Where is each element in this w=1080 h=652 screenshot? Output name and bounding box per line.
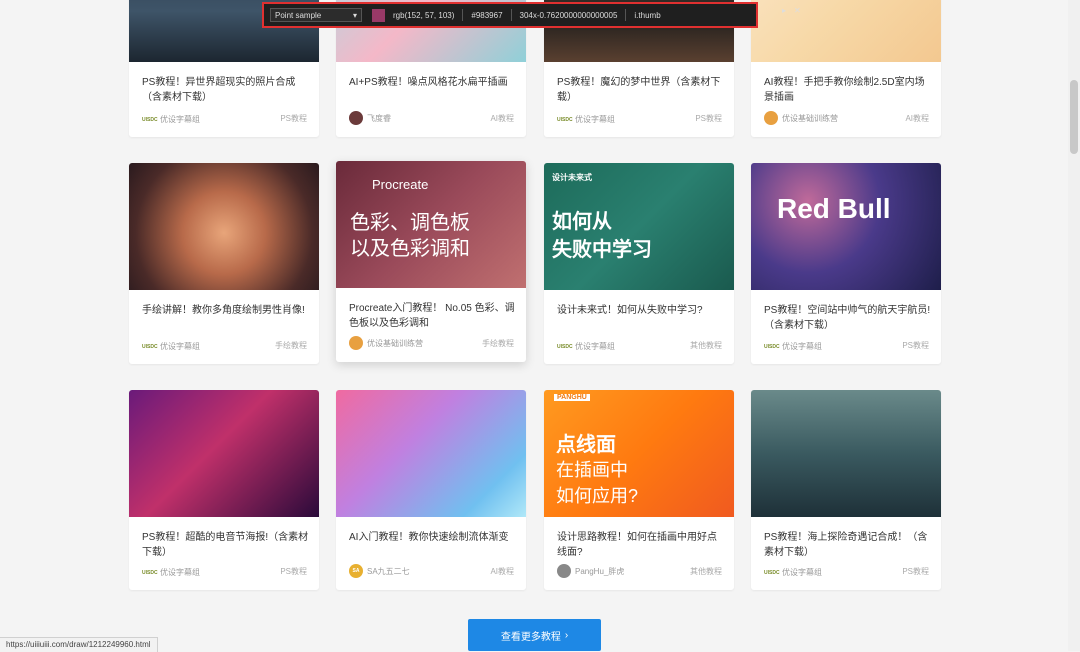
- target-selector: i.thumb: [634, 10, 661, 20]
- color-swatch: [372, 8, 385, 22]
- card-category[interactable]: AI教程: [905, 113, 929, 124]
- card-thumbnail[interactable]: [751, 390, 941, 517]
- play-icon[interactable]: ▸: [782, 6, 786, 15]
- zoom-value: 304x-0.7620000000000005: [519, 10, 618, 20]
- card-title[interactable]: PS教程！海上探险奇遇记合成！（含素材下载）: [764, 530, 932, 560]
- author-avatar: [349, 336, 363, 350]
- card-category[interactable]: AI教程: [490, 566, 514, 577]
- author-avatar: [764, 111, 778, 125]
- thumb-tag: PANGHU: [554, 394, 590, 401]
- card-thumbnail[interactable]: Procreate 色彩、调色板 以及色彩调和: [336, 161, 526, 288]
- card-author[interactable]: UISDC 优设字幕组: [557, 341, 615, 352]
- card-category[interactable]: AI教程: [490, 113, 514, 124]
- card-12[interactable]: PS教程！海上探险奇遇记合成！（含素材下载） UISDC 优设字幕组 PS教程: [751, 390, 941, 590]
- author-avatar: [349, 111, 363, 125]
- card-9[interactable]: PS教程！超酷的电音节海报!（含素材下载） UISDC 优设字幕组 PS教程: [129, 390, 319, 590]
- uisdc-logo-icon: UISDC: [142, 569, 158, 576]
- card-title[interactable]: AI+PS教程！噪点风格花水扁平插画: [349, 75, 517, 90]
- sample-mode-select[interactable]: Point sample ▾: [270, 8, 362, 22]
- card-title[interactable]: 设计思路教程！如何在插画中用好点线面?: [557, 530, 725, 560]
- thumb-headline: 失败中学习: [552, 239, 652, 261]
- card-category[interactable]: 手绘教程: [275, 340, 307, 351]
- card-thumbnail[interactable]: [129, 163, 319, 290]
- thumb-headline: 点线面: [556, 434, 616, 456]
- card-title[interactable]: Procreate入门教程！ No.05 色彩、调色板以及色彩调和: [349, 301, 517, 331]
- card-author[interactable]: UISDC 优设字幕组: [764, 341, 822, 352]
- thumb-tag: 设计未来式: [552, 173, 592, 182]
- thumb-headline: 如何应用?: [556, 486, 639, 506]
- divider: [462, 9, 464, 21]
- thumb-headline: Red Bull: [777, 193, 891, 224]
- thumb-headline: 以及色彩调和: [350, 238, 470, 260]
- uisdc-logo-icon: UISDC: [142, 116, 158, 123]
- card-author[interactable]: 飞度睿: [349, 111, 391, 125]
- rgb-value: rgb(152, 57, 103): [393, 10, 455, 20]
- card-title[interactable]: 设计未来式！如何从失败中学习?: [557, 303, 725, 318]
- uisdc-logo-icon: UISDC: [142, 343, 158, 350]
- card-author[interactable]: SA SA九五二七: [349, 564, 410, 578]
- card-8[interactable]: Red Bull PS教程！空间站中帅气的航天宇航员!（含素材下载） UISDC…: [751, 163, 941, 364]
- status-bar-url: https://uiiiuiii.com/draw/1212249960.htm…: [0, 637, 158, 652]
- card-category[interactable]: PS教程: [280, 113, 307, 124]
- card-7[interactable]: 设计未来式 如何从 失败中学习 设计未来式！如何从失败中学习? UISDC 优设…: [544, 163, 734, 364]
- divider: [510, 9, 512, 21]
- card-thumbnail[interactable]: [336, 390, 526, 517]
- scrollbar[interactable]: [1068, 0, 1080, 651]
- uisdc-logo-icon: UISDC: [764, 343, 780, 350]
- close-icon[interactable]: ✕: [794, 6, 801, 15]
- chevron-right-icon: ›: [564, 629, 569, 641]
- scrollbar-thumb[interactable]: [1070, 80, 1078, 154]
- card-10[interactable]: AI入门教程！教你快速绘制流体渐变 SA SA九五二七 AI教程: [336, 390, 526, 590]
- card-category[interactable]: PS教程: [695, 113, 722, 124]
- hex-value: #983967: [471, 10, 503, 20]
- card-4[interactable]: AI教程！手把手教你绘制2.5D室内场景插画 优设基础训练营 AI教程: [751, 0, 941, 137]
- card-author[interactable]: PangHu_胖虎: [557, 564, 624, 578]
- card-category[interactable]: 手绘教程: [482, 338, 514, 349]
- sampler-controls: ▸ ✕: [782, 6, 801, 15]
- view-more-button[interactable]: 查看更多教程 ›: [468, 619, 601, 651]
- card-author[interactable]: UISDC 优设字幕组: [557, 114, 615, 125]
- card-author[interactable]: 优设基础训练营: [349, 336, 423, 350]
- thumb-brand-text: Procreate: [372, 177, 429, 192]
- card-thumbnail[interactable]: [751, 0, 941, 62]
- uisdc-logo-icon: UISDC: [557, 116, 573, 123]
- card-category[interactable]: 其他教程: [690, 340, 722, 351]
- card-thumbnail[interactable]: 设计未来式 如何从 失败中学习: [544, 163, 734, 290]
- card-author[interactable]: UISDC 优设字幕组: [764, 567, 822, 578]
- card-title[interactable]: PS教程！异世界超现实的照片合成（含素材下载）: [142, 75, 310, 105]
- card-author[interactable]: UISDC 优设字幕组: [142, 567, 200, 578]
- card-title[interactable]: PS教程！空间站中帅气的航天宇航员!（含素材下载）: [764, 303, 932, 333]
- card-title[interactable]: AI入门教程！教你快速绘制流体渐变: [349, 530, 517, 545]
- card-thumbnail[interactable]: [129, 390, 319, 517]
- card-title[interactable]: PS教程！魔幻的梦中世界（含素材下载）: [557, 75, 725, 105]
- author-avatar: [557, 564, 571, 578]
- card-author[interactable]: UISDC 优设字幕组: [142, 341, 200, 352]
- divider: [625, 9, 627, 21]
- thumb-headline: 如何从: [552, 211, 612, 233]
- author-avatar: SA: [349, 564, 363, 578]
- uisdc-logo-icon: UISDC: [764, 569, 780, 576]
- tutorial-grid: PS教程！异世界超现实的照片合成（含素材下载） UISDC 优设字幕组 PS教程…: [0, 0, 1068, 651]
- uisdc-logo-icon: UISDC: [557, 343, 573, 350]
- chevron-down-icon: ▾: [352, 10, 357, 20]
- card-5[interactable]: 手绘讲解！教你多角度绘制男性肖像! UISDC 优设字幕组 手绘教程: [129, 163, 319, 364]
- card-title[interactable]: AI教程！手把手教你绘制2.5D室内场景插画: [764, 75, 932, 105]
- thumb-headline: 色彩、调色板: [350, 212, 470, 234]
- card-6[interactable]: Procreate 色彩、调色板 以及色彩调和 Procreate入门教程！ N…: [336, 161, 526, 362]
- card-thumbnail[interactable]: PANGHU 点线面 在插画中 如何应用?: [544, 390, 734, 517]
- card-title[interactable]: 手绘讲解！教你多角度绘制男性肖像!: [142, 303, 310, 318]
- card-category[interactable]: PS教程: [280, 566, 307, 577]
- card-title[interactable]: PS教程！超酷的电音节海报!（含素材下载）: [142, 530, 310, 560]
- card-category[interactable]: 其他教程: [690, 566, 722, 577]
- color-sampler-toolbar: Point sample ▾ rgb(152, 57, 103) #983967…: [262, 2, 758, 28]
- card-author[interactable]: 优设基础训练营: [764, 111, 838, 125]
- card-thumbnail[interactable]: Red Bull: [751, 163, 941, 290]
- card-category[interactable]: PS教程: [902, 566, 929, 577]
- card-category[interactable]: PS教程: [902, 340, 929, 351]
- card-11[interactable]: PANGHU 点线面 在插画中 如何应用? 设计思路教程！如何在插画中用好点线面…: [544, 390, 734, 590]
- thumb-headline: 在插画中: [556, 460, 628, 480]
- card-author[interactable]: UISDC 优设字幕组: [142, 114, 200, 125]
